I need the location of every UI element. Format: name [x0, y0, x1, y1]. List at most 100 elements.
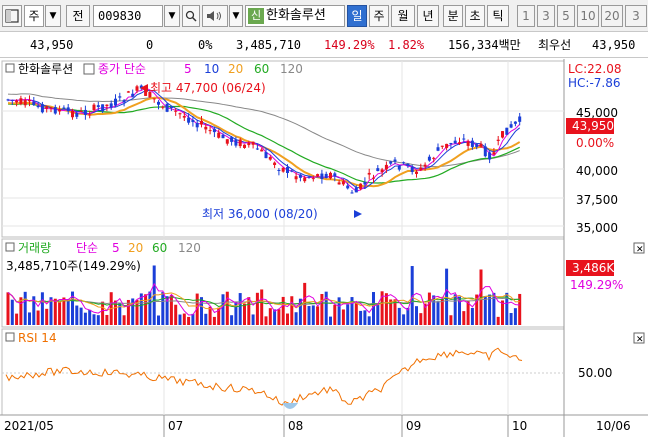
volume-bar: [329, 316, 332, 325]
candle-body: [118, 96, 122, 98]
volume-bar: [23, 291, 27, 325]
candle-body: [363, 182, 367, 185]
candle-body: [513, 121, 517, 124]
candle-body: [161, 106, 165, 108]
price-bar: 43,950 0 0% 3,485,710 149.29% 1.82% 156,…: [0, 32, 648, 58]
high-annotation-text: 최고 47,700 (06/24): [150, 81, 266, 95]
minute-1-button[interactable]: 1: [517, 5, 535, 27]
period-day-button[interactable]: 일: [347, 5, 367, 27]
candle-body: [432, 157, 436, 159]
volume: 3,485,710: [236, 38, 302, 52]
x-label-09: 09: [406, 419, 421, 433]
x-label-2021-05: 2021/05: [4, 419, 54, 433]
volume-indicator-label: 단순: [76, 241, 98, 255]
candle-body: [45, 106, 49, 109]
candle-body: [329, 172, 332, 179]
candle-body: [440, 145, 444, 147]
candle-body: [427, 156, 431, 161]
candle-body: [281, 167, 285, 172]
volume-bar: [324, 291, 328, 325]
volume-close-glyph: ✕: [636, 245, 644, 255]
volume-bar: [402, 314, 406, 325]
vol-ma60-label: 60: [152, 241, 167, 255]
volume-bar: [225, 291, 229, 325]
candle-body: [114, 98, 117, 106]
candle-body: [423, 164, 427, 167]
minute-10-button[interactable]: 10: [577, 5, 599, 27]
volume-bar: [251, 314, 255, 325]
candle-body: [126, 91, 130, 93]
volume-bar: [101, 301, 105, 325]
rsi-panel-title: RSI 14: [18, 331, 57, 345]
volume-bar: [294, 312, 298, 325]
period-week-button[interactable]: 주: [369, 5, 389, 27]
volume-bar: [28, 312, 31, 325]
candle-body: [453, 140, 457, 144]
minute-5-button[interactable]: 5: [557, 5, 575, 27]
minute-30-button[interactable]: 3: [625, 5, 647, 27]
volume-bar: [346, 304, 350, 325]
candle-body: [174, 110, 178, 112]
x-label-10: 10: [512, 419, 527, 433]
candle-body: [290, 170, 294, 172]
volume-bar: [311, 305, 315, 325]
volume-bar: [496, 316, 500, 325]
candle-body: [109, 103, 113, 108]
stock-code-input[interactable]: 009830: [93, 5, 163, 27]
candle-body: [19, 98, 23, 105]
volume-bar: [92, 314, 96, 325]
period-year-button[interactable]: 년: [417, 5, 439, 27]
candle-body: [135, 86, 139, 91]
volume-bar: [337, 297, 341, 325]
volume-bar: [509, 313, 513, 325]
candle-body: [475, 144, 479, 147]
candle-body: [182, 115, 186, 118]
volume-bar: [144, 294, 148, 325]
candle-body: [307, 176, 311, 178]
minute-20-button[interactable]: 20: [601, 5, 623, 27]
volume-bar: [187, 316, 191, 325]
ma60-label: 60: [254, 62, 269, 76]
period-tick-button[interactable]: 틱: [487, 5, 509, 27]
period-second-button[interactable]: 초: [465, 5, 485, 27]
speaker-icon[interactable]: [202, 5, 228, 27]
prev-button[interactable]: 전: [66, 5, 90, 27]
speaker-dropdown-icon[interactable]: ▼: [229, 5, 243, 27]
code-dropdown-icon[interactable]: ▼: [164, 5, 180, 27]
volume-bar: [290, 296, 294, 325]
candle-body: [449, 142, 453, 145]
x-right-date: 10/06: [596, 419, 631, 433]
candle-body: [251, 141, 255, 145]
candle-body: [187, 117, 191, 123]
type-select[interactable]: 주: [24, 5, 44, 27]
period-minute-button[interactable]: 분: [443, 5, 463, 27]
window-icon[interactable]: [2, 5, 22, 27]
search-icon[interactable]: [182, 5, 200, 27]
volume-bar: [354, 302, 358, 325]
volume-bar: [161, 292, 165, 325]
candle-body: [75, 112, 79, 117]
candle-body: [501, 131, 504, 138]
stock-chart[interactable]: 한화솔루션 종가 단순 5 10 20 60 120 최고 47,700 (06…: [0, 59, 648, 437]
volume-bar: [83, 312, 87, 325]
type-dropdown-icon[interactable]: ▼: [45, 5, 61, 27]
stock-name: 한화솔루션: [266, 8, 326, 23]
volume-bar: [483, 296, 487, 325]
candle-body: [23, 100, 27, 106]
candle-body: [397, 165, 401, 170]
candle-body: [122, 100, 126, 103]
volume-ratio-tag: 149.29%: [570, 278, 623, 292]
stock-name-box[interactable]: 신 한화솔루션: [245, 5, 345, 27]
volume-value-label: 3,485,710주(149.29%): [6, 259, 141, 273]
volume-bar: [148, 291, 152, 325]
volume-bar: [62, 297, 66, 325]
minute-3-button[interactable]: 3: [537, 5, 555, 27]
candle-body: [36, 105, 40, 108]
candle-body: [217, 132, 221, 138]
candle-body: [273, 162, 277, 166]
candle-body: [445, 143, 449, 148]
volume-bar: [204, 313, 208, 325]
period-month-button[interactable]: 월: [391, 5, 415, 27]
candle-body: [49, 107, 53, 109]
volume-bar: [221, 294, 225, 325]
